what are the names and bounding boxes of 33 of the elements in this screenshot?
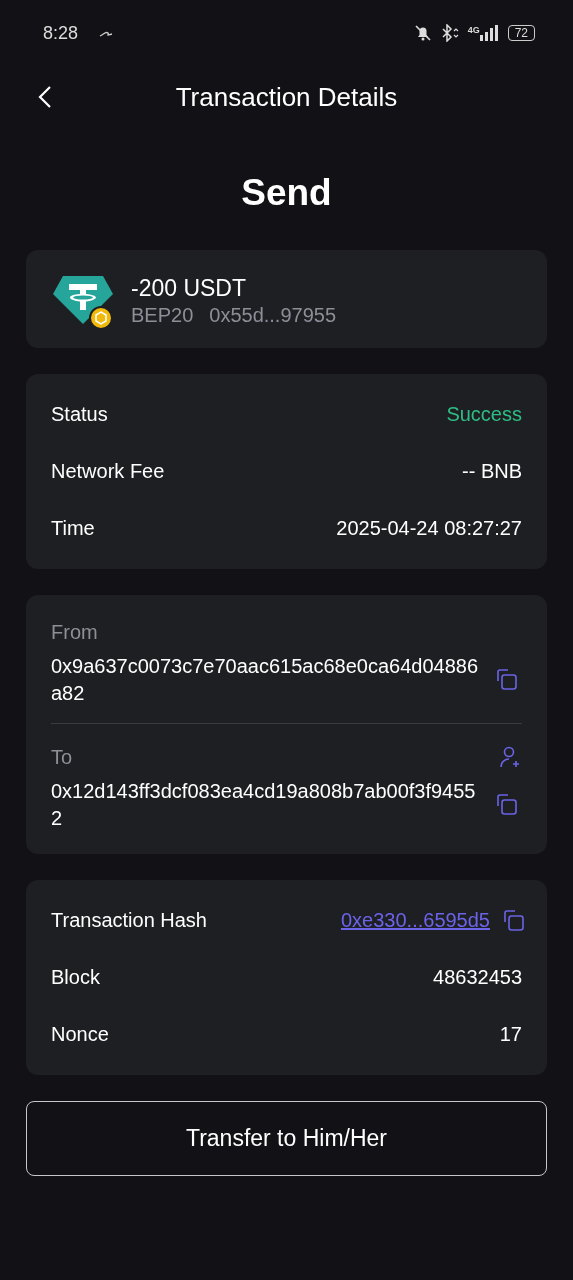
detail-value: 2025-04-24 08:27:27 [336, 517, 522, 540]
copy-icon[interactable] [495, 668, 519, 692]
battery-indicator: 72 [507, 25, 535, 41]
clock: 8:28 [43, 22, 79, 44]
network-name: BEP20 [131, 304, 194, 327]
transfer-button[interactable]: Transfer to Him/Her [26, 1101, 547, 1176]
contract-address: 0x55d...97955 [209, 304, 337, 327]
detail-value: -- BNB [462, 460, 522, 483]
wallet-address: 0x12d143ff3dcf083ea4cd19a808b7ab00f3f94552 [51, 779, 477, 831]
detail-value: 17 [499, 1023, 522, 1046]
detail-value: 48632453 [433, 966, 522, 989]
detail-label: Nonce [51, 1023, 109, 1046]
address-label: To [51, 745, 73, 769]
address-label: From [51, 620, 98, 644]
detail-value: Success [446, 403, 522, 426]
detail-label: Time [51, 517, 95, 540]
network-label: 4G [467, 25, 480, 35]
copy-icon[interactable] [495, 793, 519, 817]
transaction-type: Send [240, 172, 333, 214]
transaction-hash-link[interactable]: 0xe330...6595d5 [340, 909, 490, 932]
back-icon[interactable] [38, 85, 52, 109]
detail-label: Status [51, 403, 108, 426]
amount: -200 USDT [131, 275, 248, 302]
add-contact-icon[interactable] [498, 745, 522, 769]
detail-label: Network Fee [51, 460, 165, 483]
copy-icon[interactable] [502, 908, 526, 933]
bluetooth-icon [439, 24, 460, 42]
detail-label: Transaction Hash [51, 909, 207, 932]
wallet-address: 0x9a637c0073c7e70aac615ac68e0ca64d04886a82 [51, 654, 480, 706]
signal-icon [479, 25, 500, 41]
page-title: Transaction Details [175, 81, 398, 113]
detail-label: Block [51, 966, 100, 989]
muted-bell-icon [413, 24, 432, 42]
